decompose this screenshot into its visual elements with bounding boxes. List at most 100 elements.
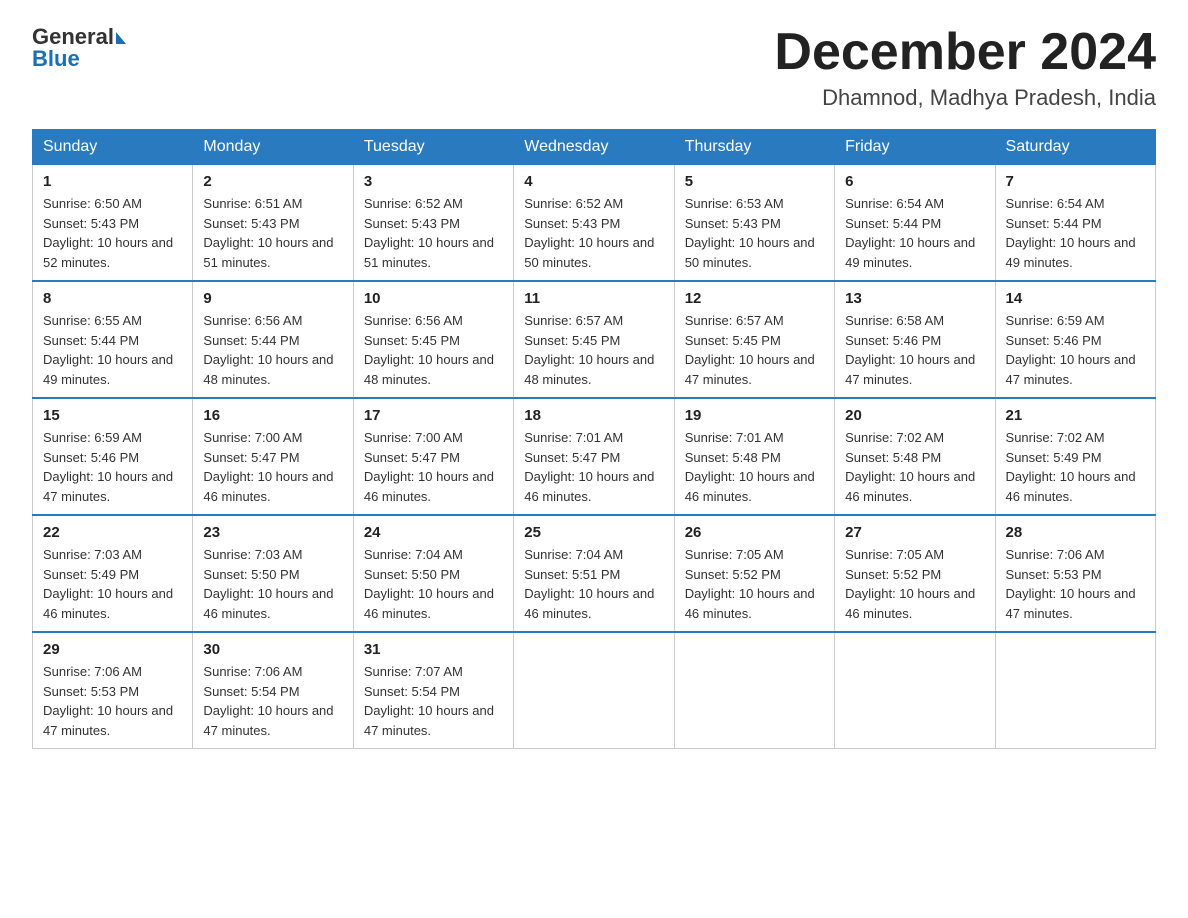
- calendar-week-row: 15 Sunrise: 6:59 AMSunset: 5:46 PMDayligh…: [33, 398, 1156, 515]
- calendar-day-cell: [995, 632, 1155, 749]
- day-number: 28: [1006, 524, 1145, 541]
- day-info: Sunrise: 7:04 AMSunset: 5:51 PMDaylight:…: [524, 545, 663, 623]
- calendar-day-cell: 6Sunrise: 6:54 AMSunset: 5:44 PMDaylight…: [835, 165, 995, 282]
- column-header-saturday: Saturday: [995, 130, 1155, 165]
- column-header-sunday: Sunday: [33, 130, 193, 165]
- calendar-day-cell: 12Sunrise: 6:57 AMSunset: 5:45 PMDayligh…: [674, 281, 834, 398]
- calendar-week-row: 22Sunrise: 7:03 AMSunset: 5:49 PMDayligh…: [33, 515, 1156, 632]
- column-header-monday: Monday: [193, 130, 353, 165]
- calendar-day-cell: 4Sunrise: 6:52 AMSunset: 5:43 PMDaylight…: [514, 165, 674, 282]
- day-number: 15: [43, 407, 182, 424]
- day-number: 25: [524, 524, 663, 541]
- day-info: Sunrise: 6:58 AMSunset: 5:46 PMDaylight:…: [845, 311, 984, 389]
- calendar-header-row: SundayMondayTuesdayWednesdayThursdayFrid…: [33, 130, 1156, 165]
- day-info: Sunrise: 6:52 AMSunset: 5:43 PMDaylight:…: [524, 194, 663, 272]
- calendar-day-cell: 14 Sunrise: 6:59 AMSunset: 5:46 PMDayligh…: [995, 281, 1155, 398]
- day-info: Sunrise: 7:07 AMSunset: 5:54 PMDaylight:…: [364, 662, 503, 740]
- calendar-day-cell: 10 Sunrise: 6:56 AMSunset: 5:45 PMDayligh…: [353, 281, 513, 398]
- page-header: General Blue December 2024 Dhamnod, Madh…: [32, 24, 1156, 111]
- column-header-tuesday: Tuesday: [353, 130, 513, 165]
- day-info: Sunrise: 7:01 AMSunset: 5:48 PMDaylight:…: [685, 428, 824, 506]
- calendar-day-cell: 21 Sunrise: 7:02 AMSunset: 5:49 PMDayligh…: [995, 398, 1155, 515]
- calendar-day-cell: 15 Sunrise: 6:59 AMSunset: 5:46 PMDayligh…: [33, 398, 193, 515]
- day-info: Sunrise: 7:06 AMSunset: 5:53 PMDaylight:…: [1006, 545, 1145, 623]
- day-number: 24: [364, 524, 503, 541]
- day-info: Sunrise: 6:54 AMSunset: 5:44 PMDaylight:…: [1006, 194, 1145, 272]
- day-info: Sunrise: 7:05 AMSunset: 5:52 PMDaylight:…: [685, 545, 824, 623]
- day-info: Sunrise: 7:02 AMSunset: 5:48 PMDaylight:…: [845, 428, 984, 506]
- day-number: 27: [845, 524, 984, 541]
- day-info: Sunrise: 7:02 AMSunset: 5:49 PMDaylight:…: [1006, 428, 1145, 506]
- day-number: 3: [364, 173, 503, 190]
- logo: General Blue: [32, 24, 126, 72]
- day-info: Sunrise: 6:51 AMSunset: 5:43 PMDaylight:…: [203, 194, 342, 272]
- day-number: 31: [364, 641, 503, 658]
- calendar-day-cell: 26 Sunrise: 7:05 AMSunset: 5:52 PMDayligh…: [674, 515, 834, 632]
- calendar-day-cell: 17 Sunrise: 7:00 AMSunset: 5:47 PMDayligh…: [353, 398, 513, 515]
- calendar-week-row: 1Sunrise: 6:50 AMSunset: 5:43 PMDaylight…: [33, 165, 1156, 282]
- month-year-title: December 2024: [774, 24, 1156, 81]
- calendar-day-cell: 1Sunrise: 6:50 AMSunset: 5:43 PMDaylight…: [33, 165, 193, 282]
- calendar-day-cell: 24Sunrise: 7:04 AMSunset: 5:50 PMDayligh…: [353, 515, 513, 632]
- calendar-day-cell: 20 Sunrise: 7:02 AMSunset: 5:48 PMDayligh…: [835, 398, 995, 515]
- calendar-day-cell: 28 Sunrise: 7:06 AMSunset: 5:53 PMDayligh…: [995, 515, 1155, 632]
- column-header-wednesday: Wednesday: [514, 130, 674, 165]
- day-info: Sunrise: 6:57 AMSunset: 5:45 PMDaylight:…: [685, 311, 824, 389]
- day-number: 7: [1006, 173, 1145, 190]
- calendar-day-cell: [514, 632, 674, 749]
- calendar-day-cell: 2 Sunrise: 6:51 AMSunset: 5:43 PMDaylight…: [193, 165, 353, 282]
- day-info: Sunrise: 7:06 AMSunset: 5:54 PMDaylight:…: [203, 662, 342, 740]
- logo-triangle-icon: [116, 32, 126, 44]
- day-info: Sunrise: 7:00 AMSunset: 5:47 PMDaylight:…: [203, 428, 342, 506]
- calendar-day-cell: 16 Sunrise: 7:00 AMSunset: 5:47 PMDayligh…: [193, 398, 353, 515]
- calendar-day-cell: 11 Sunrise: 6:57 AMSunset: 5:45 PMDayligh…: [514, 281, 674, 398]
- location-subtitle: Dhamnod, Madhya Pradesh, India: [774, 85, 1156, 111]
- day-number: 16: [203, 407, 342, 424]
- day-number: 5: [685, 173, 824, 190]
- day-number: 10: [364, 290, 503, 307]
- calendar-day-cell: 8Sunrise: 6:55 AMSunset: 5:44 PMDaylight…: [33, 281, 193, 398]
- column-header-thursday: Thursday: [674, 130, 834, 165]
- calendar-day-cell: 25 Sunrise: 7:04 AMSunset: 5:51 PMDayligh…: [514, 515, 674, 632]
- day-info: Sunrise: 7:03 AMSunset: 5:49 PMDaylight:…: [43, 545, 182, 623]
- calendar-day-cell: 13Sunrise: 6:58 AMSunset: 5:46 PMDayligh…: [835, 281, 995, 398]
- calendar-day-cell: 30 Sunrise: 7:06 AMSunset: 5:54 PMDayligh…: [193, 632, 353, 749]
- calendar-day-cell: 29Sunrise: 7:06 AMSunset: 5:53 PMDayligh…: [33, 632, 193, 749]
- calendar-day-cell: [674, 632, 834, 749]
- day-number: 30: [203, 641, 342, 658]
- day-number: 14: [1006, 290, 1145, 307]
- day-info: Sunrise: 6:52 AMSunset: 5:43 PMDaylight:…: [364, 194, 503, 272]
- day-info: Sunrise: 6:57 AMSunset: 5:45 PMDaylight:…: [524, 311, 663, 389]
- day-info: Sunrise: 6:59 AMSunset: 5:46 PMDaylight:…: [43, 428, 182, 506]
- calendar-day-cell: 18Sunrise: 7:01 AMSunset: 5:47 PMDayligh…: [514, 398, 674, 515]
- calendar-week-row: 29Sunrise: 7:06 AMSunset: 5:53 PMDayligh…: [33, 632, 1156, 749]
- day-number: 26: [685, 524, 824, 541]
- day-info: Sunrise: 6:59 AMSunset: 5:46 PMDaylight:…: [1006, 311, 1145, 389]
- day-number: 19: [685, 407, 824, 424]
- day-info: Sunrise: 6:53 AMSunset: 5:43 PMDaylight:…: [685, 194, 824, 272]
- day-info: Sunrise: 7:05 AMSunset: 5:52 PMDaylight:…: [845, 545, 984, 623]
- day-number: 20: [845, 407, 984, 424]
- title-block: December 2024 Dhamnod, Madhya Pradesh, I…: [774, 24, 1156, 111]
- calendar-week-row: 8Sunrise: 6:55 AMSunset: 5:44 PMDaylight…: [33, 281, 1156, 398]
- day-info: Sunrise: 7:00 AMSunset: 5:47 PMDaylight:…: [364, 428, 503, 506]
- day-number: 18: [524, 407, 663, 424]
- column-header-friday: Friday: [835, 130, 995, 165]
- day-info: Sunrise: 6:56 AMSunset: 5:45 PMDaylight:…: [364, 311, 503, 389]
- day-number: 17: [364, 407, 503, 424]
- logo-blue-text: Blue: [32, 46, 80, 72]
- day-info: Sunrise: 6:56 AMSunset: 5:44 PMDaylight:…: [203, 311, 342, 389]
- day-info: Sunrise: 7:06 AMSunset: 5:53 PMDaylight:…: [43, 662, 182, 740]
- day-number: 11: [524, 290, 663, 307]
- calendar-day-cell: 9 Sunrise: 6:56 AMSunset: 5:44 PMDaylight…: [193, 281, 353, 398]
- calendar-day-cell: 5 Sunrise: 6:53 AMSunset: 5:43 PMDaylight…: [674, 165, 834, 282]
- day-info: Sunrise: 6:54 AMSunset: 5:44 PMDaylight:…: [845, 194, 984, 272]
- day-number: 9: [203, 290, 342, 307]
- calendar-table: SundayMondayTuesdayWednesdayThursdayFrid…: [32, 129, 1156, 749]
- calendar-day-cell: 19 Sunrise: 7:01 AMSunset: 5:48 PMDayligh…: [674, 398, 834, 515]
- calendar-day-cell: 7 Sunrise: 6:54 AMSunset: 5:44 PMDaylight…: [995, 165, 1155, 282]
- day-number: 21: [1006, 407, 1145, 424]
- day-number: 8: [43, 290, 182, 307]
- day-number: 2: [203, 173, 342, 190]
- calendar-day-cell: 3 Sunrise: 6:52 AMSunset: 5:43 PMDaylight…: [353, 165, 513, 282]
